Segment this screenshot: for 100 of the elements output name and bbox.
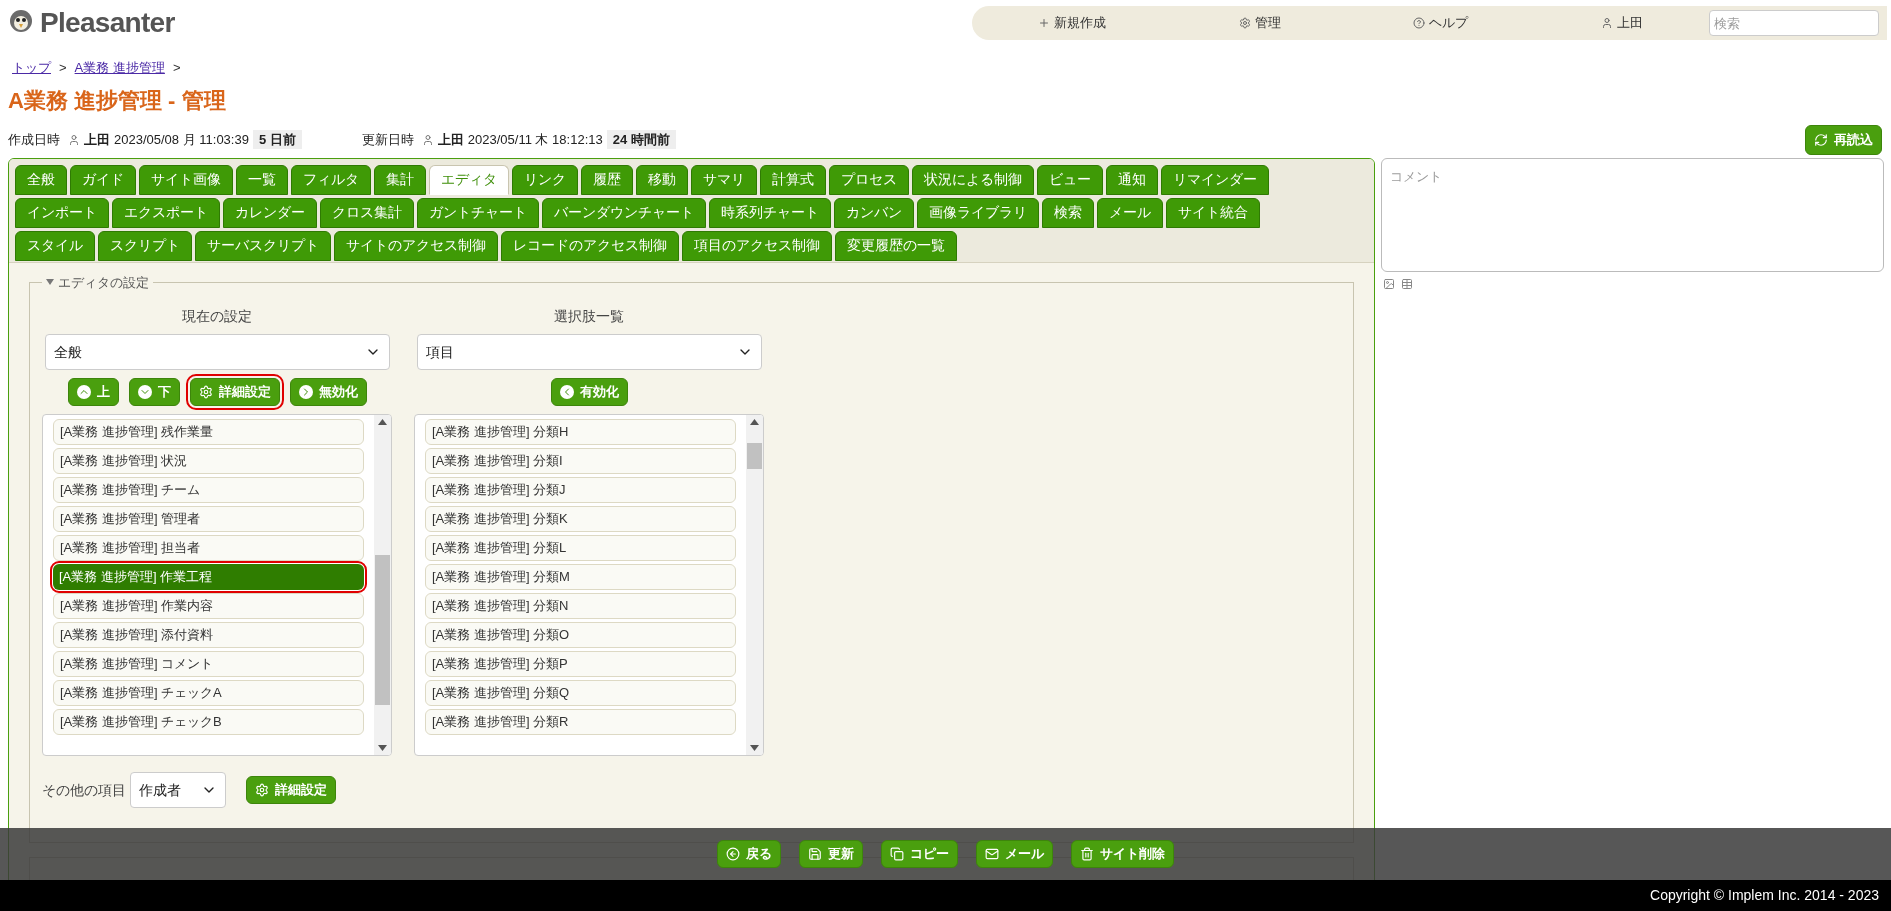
dropdown[interactable]: 作成者: [130, 772, 226, 808]
settings-tab[interactable]: ガイド: [70, 164, 136, 195]
settings-tab[interactable]: サイト統合: [1166, 197, 1260, 228]
list-item[interactable]: [A業務 進捗管理] 作業内容: [53, 593, 364, 619]
action-button[interactable]: コピー: [881, 840, 958, 868]
list-item[interactable]: [A業務 進捗管理] 作業工程: [53, 564, 364, 590]
settings-tab[interactable]: メール: [1097, 197, 1163, 228]
scroll-up-icon[interactable]: [378, 419, 387, 425]
settings-tab[interactable]: 状況による制御: [912, 164, 1034, 195]
breadcrumb-separator: >: [59, 59, 67, 77]
nav-link[interactable]: 管理: [1238, 13, 1281, 33]
list-item[interactable]: [A業務 進捗管理] 分類N: [425, 593, 736, 619]
settings-tab[interactable]: リンク: [512, 164, 578, 195]
list-item[interactable]: [A業務 進捗管理] 担当者: [53, 535, 364, 561]
settings-tab[interactable]: サイト画像: [139, 164, 233, 195]
nav-link[interactable]: ヘルプ: [1413, 13, 1469, 33]
settings-tab[interactable]: 画像ライブラリ: [917, 197, 1039, 228]
list-item[interactable]: [A業務 進捗管理] 分類K: [425, 506, 736, 532]
settings-tab[interactable]: 項目のアクセス制御: [682, 230, 832, 261]
list-item[interactable]: [A業務 進捗管理] コメント: [53, 651, 364, 677]
settings-tab[interactable]: 全般: [15, 164, 67, 195]
detail-settings-button[interactable]: 詳細設定: [246, 776, 336, 804]
action-button[interactable]: 下: [128, 378, 180, 406]
list-item[interactable]: [A業務 進捗管理] チェックB: [53, 709, 364, 735]
nav-link[interactable]: 新規作成: [1038, 13, 1107, 33]
settings-tab[interactable]: 検索: [1042, 197, 1094, 228]
list-item[interactable]: [A業務 進捗管理] チーム: [53, 477, 364, 503]
comment-field[interactable]: コメント: [1381, 157, 1884, 272]
action-button[interactable]: 戻る: [717, 840, 781, 868]
scroll-down-icon[interactable]: [750, 745, 759, 751]
settings-tab[interactable]: スクリプト: [98, 230, 192, 261]
settings-tab[interactable]: 時系列チャート: [709, 197, 831, 228]
list-item[interactable]: [A業務 進捗管理] 状況: [53, 448, 364, 474]
user-icon: [68, 133, 80, 146]
column-heading: 選択肢一覧: [554, 307, 624, 326]
settings-tab[interactable]: 一覧: [236, 164, 288, 195]
image-icon[interactable]: [1383, 277, 1395, 290]
table-icon[interactable]: [1401, 277, 1413, 290]
settings-tab[interactable]: クロス集計: [320, 197, 414, 228]
list-item[interactable]: [A業務 進捗管理] 分類R: [425, 709, 736, 735]
list-item[interactable]: [A業務 進捗管理] 管理者: [53, 506, 364, 532]
list-item[interactable]: [A業務 進捗管理] 分類Q: [425, 680, 736, 706]
meta-user: 上田: [84, 130, 110, 149]
nav-link[interactable]: 上田: [1600, 13, 1643, 33]
meta-label: 更新日時: [361, 130, 414, 149]
refresh-icon: [1814, 132, 1828, 147]
settings-tab[interactable]: エクスポート: [112, 197, 220, 228]
settings-tab[interactable]: レコードのアクセス制御: [501, 230, 679, 261]
action-button[interactable]: 無効化: [289, 378, 367, 406]
scrollbar-thumb[interactable]: [375, 555, 390, 705]
action-button[interactable]: 更新: [799, 840, 863, 868]
settings-tab[interactable]: ガントチャート: [417, 197, 539, 228]
settings-tab[interactable]: サマリ: [691, 164, 757, 195]
list-item[interactable]: [A業務 進捗管理] 添付資料: [53, 622, 364, 648]
list-item[interactable]: [A業務 進捗管理] 分類H: [425, 419, 736, 445]
settings-tab[interactable]: サイトのアクセス制御: [334, 230, 498, 261]
scrollbar-thumb[interactable]: [747, 443, 762, 469]
settings-tab[interactable]: プロセス: [829, 164, 909, 195]
action-button[interactable]: 上: [67, 378, 119, 406]
settings-tab[interactable]: 通知: [1106, 164, 1158, 195]
list-item[interactable]: [A業務 進捗管理] 分類L: [425, 535, 736, 561]
save-icon: [808, 847, 822, 861]
breadcrumb-link[interactable]: トップ: [12, 58, 51, 78]
scroll-up-icon[interactable]: [750, 419, 759, 425]
list-item[interactable]: [A業務 進捗管理] 分類M: [425, 564, 736, 590]
breadcrumb-link[interactable]: A業務 進捗管理: [74, 58, 165, 78]
settings-tab[interactable]: カンバン: [834, 197, 914, 228]
list-item[interactable]: [A業務 進捗管理] 分類P: [425, 651, 736, 677]
action-button[interactable]: サイト削除: [1071, 840, 1174, 868]
collapse-triangle-icon[interactable]: [46, 279, 54, 286]
list-item[interactable]: [A業務 進捗管理] 分類I: [425, 448, 736, 474]
settings-tab[interactable]: ビュー: [1037, 164, 1103, 195]
action-button[interactable]: メール: [976, 840, 1053, 868]
reload-button[interactable]: 再読込: [1805, 124, 1882, 155]
scrollbar[interactable]: [746, 415, 763, 755]
settings-tab[interactable]: エディタ: [429, 164, 509, 195]
settings-tab[interactable]: サーバスクリプト: [195, 230, 331, 261]
search-field[interactable]: 検索: [1709, 10, 1879, 36]
settings-tab[interactable]: バーンダウンチャート: [542, 197, 706, 228]
copy-icon: [890, 847, 904, 861]
action-button[interactable]: 有効化: [550, 378, 628, 406]
list-item[interactable]: [A業務 進捗管理] 分類O: [425, 622, 736, 648]
app-logo-text: Pleasanter: [40, 6, 175, 40]
settings-tab[interactable]: 変更履歴の一覧: [835, 230, 957, 261]
list-item[interactable]: [A業務 進捗管理] チェックA: [53, 680, 364, 706]
settings-tab[interactable]: カレンダー: [223, 197, 317, 228]
settings-tab[interactable]: インポート: [15, 197, 109, 228]
settings-tab[interactable]: 履歴: [581, 164, 633, 195]
settings-tab[interactable]: 計算式: [760, 164, 826, 195]
settings-tab[interactable]: 移動: [636, 164, 688, 195]
scrollbar[interactable]: [374, 415, 391, 755]
settings-tab[interactable]: 集計: [374, 164, 426, 195]
list-item[interactable]: [A業務 進捗管理] 分類J: [425, 477, 736, 503]
settings-tab[interactable]: スタイル: [15, 230, 95, 261]
settings-tab[interactable]: フィルタ: [291, 164, 371, 195]
list-item[interactable]: [A業務 進捗管理] 残作業量: [53, 419, 364, 445]
settings-tab[interactable]: リマインダー: [1161, 164, 1269, 195]
dropdown[interactable]: 項目: [416, 334, 762, 370]
scroll-down-icon[interactable]: [378, 745, 387, 751]
dropdown[interactable]: 全般: [44, 334, 390, 370]
